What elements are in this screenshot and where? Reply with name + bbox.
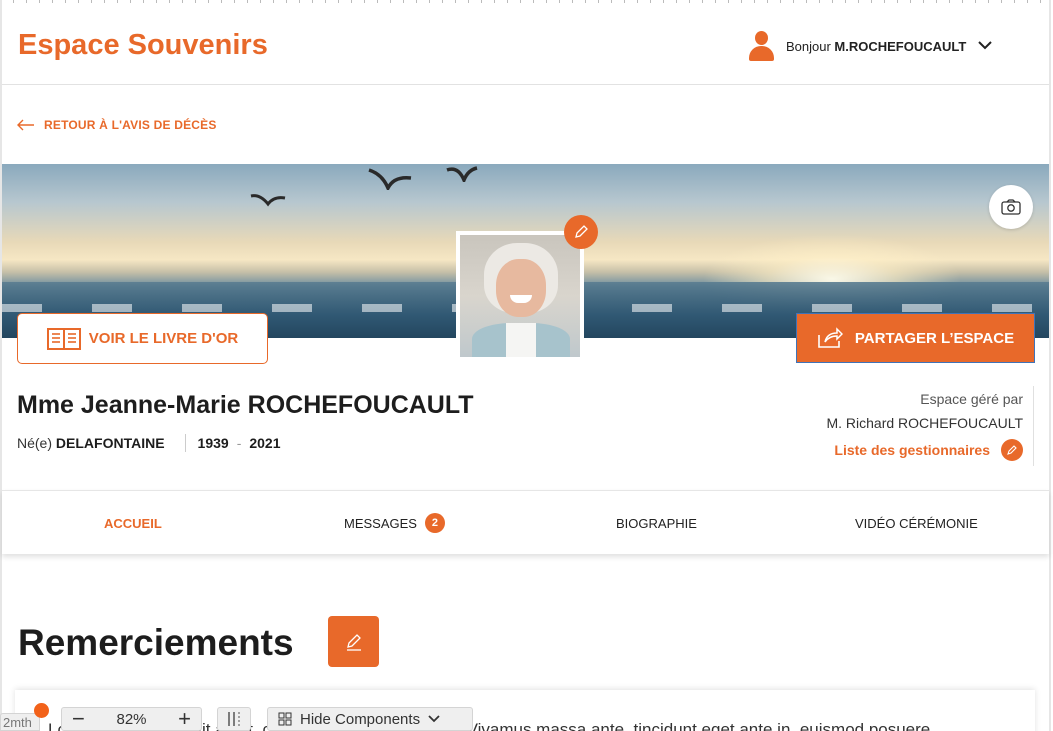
manager-name: M. Richard ROCHEFOUCAULT [826,415,1023,431]
share-space-label: PARTAGER L’ESPACE [854,329,1015,347]
managers-list-label: Liste des gestionnaires [834,442,990,458]
user-menu[interactable]: Bonjour M.ROCHEFOUCAULT [748,31,993,61]
birth-info: Né(e) DELAFONTAINE 1939 - 2021 [17,434,281,452]
share-icon [818,327,843,348]
back-link-label: RETOUR À L'AVIS DE DÉCÈS [44,118,217,132]
tab-label: BIOGRAPHIE [616,515,697,531]
record-indicator [34,703,49,718]
tab-biographie[interactable]: BIOGRAPHIE [616,491,697,555]
managed-by-label: Espace géré par [920,391,1023,407]
year-dash: - [236,435,242,451]
bird-decoration [368,168,412,190]
user-icon [748,31,775,61]
pencil-icon [575,225,588,238]
zoom-in-button[interactable]: + [178,708,191,730]
divider [184,434,186,452]
page-frame-left [0,0,2,731]
share-space-button[interactable]: PARTAGER L’ESPACE [796,313,1035,363]
managers-list-link[interactable]: Liste des gestionnaires [760,439,1023,461]
portrait-photo [456,231,584,361]
greeting-prefix: Bonjour [786,38,835,54]
tab-label: VIDÉO CÉRÉMONIE [855,515,978,531]
camera-icon [1001,199,1021,215]
bird-decoration [446,166,478,182]
zoom-out-button[interactable]: − [72,708,85,730]
death-year: 2021 [249,435,281,451]
edit-section-button[interactable] [328,616,379,667]
brand-title[interactable]: Espace Souvenirs [18,29,268,62]
managed-divider [1033,386,1034,466]
grid-icon [278,712,292,726]
hide-components-button[interactable]: Hide Components [267,707,473,731]
ruler-toggle-button[interactable] [217,707,251,731]
page-frame-right [1049,0,1051,731]
user-name: M.ROCHEFOUCAULT [834,38,967,54]
tab-messages[interactable]: MESSAGES 2 [344,491,445,555]
section-title: Remerciements [18,622,294,663]
messages-count-badge: 2 [424,513,445,533]
zoom-control: − 82% + [61,707,202,731]
site-header: Espace Souvenirs Bonjour M.ROCHEFOUCAULT [2,3,1049,85]
arrow-left-icon [17,119,34,131]
user-greeting: Bonjour M.ROCHEFOUCAULT [786,39,966,54]
chevron-down-icon [428,715,440,723]
bird-decoration [250,194,286,207]
zoom-level: 82% [116,710,147,728]
chevron-down-icon[interactable] [978,40,993,52]
maiden-name: DELAFONTAINE [55,435,165,451]
pencil-icon[interactable] [1001,439,1023,461]
book-icon [46,327,81,350]
tab-video-ceremonie[interactable]: VIDÉO CÉRÉMONIE [855,491,978,555]
guestbook-button[interactable]: VOIR LE LIVRE D'OR [17,313,268,364]
section-tabs: ACCUEIL MESSAGES 2 BIOGRAPHIE VIDÉO CÉRÉ… [2,490,1049,554]
born-prefix: Né(e) [17,435,53,451]
guestbook-button-label: VOIR LE LIVRE D'OR [88,330,239,347]
pencil-icon [346,633,361,651]
edit-photo-button[interactable] [564,215,598,249]
tab-label: MESSAGES [344,515,417,531]
tab-accueil[interactable]: ACCUEIL [104,491,162,555]
back-link[interactable]: RETOUR À L'AVIS DE DÉCÈS [17,118,217,132]
toolbar-tab[interactable]: 2mth [0,713,40,731]
birth-year: 1939 [197,435,229,451]
ruler-icon [228,712,240,726]
deceased-name: Mme Jeanne-Marie ROCHEFOUCAULT [17,391,474,419]
tab-label: ACCUEIL [104,515,162,531]
change-cover-button[interactable] [989,185,1033,229]
managed-by-block: Espace géré par M. Richard ROCHEFOUCAULT… [760,391,1023,461]
hide-components-label: Hide Components [300,710,421,728]
